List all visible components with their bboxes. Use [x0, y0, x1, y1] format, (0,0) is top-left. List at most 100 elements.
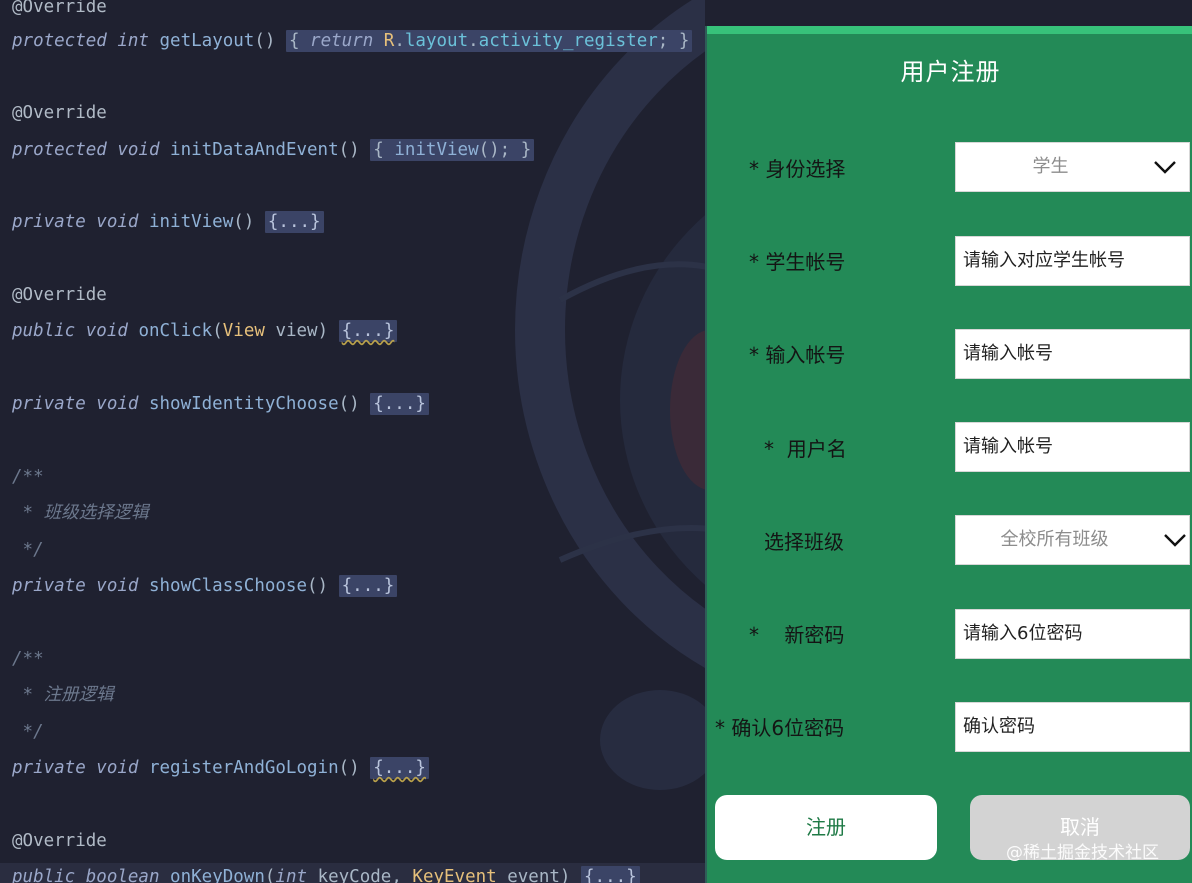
code-token: int: [275, 867, 318, 883]
code-token: * 注册逻辑: [12, 685, 114, 705]
code-token: onKeyDown: [170, 867, 265, 883]
code-token: {: [288, 31, 311, 51]
account-label: * 输入帐号: [749, 343, 846, 367]
code-line[interactable]: private void initView() {...}: [12, 208, 324, 236]
confirm-password-input[interactable]: 确认密码: [955, 702, 1190, 752]
code-token: (: [264, 867, 276, 883]
code-token: private void: [12, 758, 149, 778]
code-token: public boolean: [12, 867, 171, 883]
code-token: private void: [12, 212, 149, 232]
code-line[interactable]: @Override: [12, 99, 107, 127]
confirm-password-label: * 确认6位密码: [715, 716, 845, 740]
code-token: /**: [12, 649, 44, 669]
code-token: (: [212, 321, 223, 341]
code-token: return: [310, 31, 384, 51]
code-token: view): [264, 321, 339, 341]
code-token: View: [222, 321, 265, 341]
code-token: @Override: [12, 0, 107, 17]
code-token: (); }: [478, 140, 532, 160]
code-token: public void: [12, 321, 139, 341]
code-token: registerAndGoLogin: [148, 758, 339, 778]
code-token: protected void: [12, 140, 171, 160]
identity-label: * 身份选择: [749, 157, 846, 181]
code-token: R: [383, 31, 395, 51]
code-line[interactable]: @Override: [12, 281, 107, 309]
code-token: */: [12, 540, 44, 560]
code-token: initView: [148, 212, 234, 232]
code-token: .: [394, 31, 405, 51]
identity-select[interactable]: 学生: [955, 142, 1190, 192]
code-token: {: [373, 140, 395, 160]
username-input[interactable]: 请输入帐号: [955, 422, 1190, 472]
code-token: KeyEvent: [412, 867, 497, 883]
folded-method-body[interactable]: {...}: [370, 393, 429, 415]
code-line[interactable]: protected int getLayout() { return R.lay…: [12, 27, 693, 55]
code-line[interactable]: private void registerAndGoLogin() {...}: [12, 754, 429, 782]
folded-code-region[interactable]: { initView(); }: [370, 139, 535, 161]
code-editor[interactable]: @Override protected int getLayout() { ret…: [0, 0, 705, 883]
code-token: showIdentityChoose: [148, 394, 339, 414]
code-line[interactable]: * 班级选择逻辑: [12, 499, 149, 527]
code-token: (): [338, 394, 371, 414]
code-token: getLayout: [159, 31, 255, 51]
code-token: (): [338, 140, 371, 160]
username-label: * 用户名: [764, 437, 847, 461]
chevron-down-icon: [1154, 161, 1176, 174]
code-token: @Override: [12, 285, 107, 305]
folded-method-body[interactable]: {...}: [370, 757, 429, 779]
dialog-top-accent-bar: [707, 26, 1192, 34]
folded-method-body[interactable]: {...}: [264, 211, 324, 233]
identity-select-value: 学生: [1032, 156, 1069, 177]
code-line[interactable]: private void showClassChoose() {...}: [12, 572, 398, 600]
code-line[interactable]: * 注册逻辑: [12, 681, 114, 709]
code-token: (): [233, 212, 265, 232]
code-token: .: [468, 31, 479, 51]
class-label: 选择班级: [764, 530, 844, 554]
code-line[interactable]: private void showIdentityChoose() {...}: [12, 390, 429, 418]
editor-background-artwork-icon: [515, 0, 705, 790]
code-line[interactable]: protected void initDataAndEvent() { init…: [12, 136, 535, 164]
code-line[interactable]: public void onClick(View view) {...}: [12, 317, 398, 345]
code-token: /**: [12, 467, 44, 487]
code-token: private void: [12, 576, 149, 596]
folded-method-body[interactable]: {...}: [338, 320, 398, 342]
folded-method-body[interactable]: {...}: [581, 866, 640, 883]
code-token: (): [338, 758, 371, 778]
code-line[interactable]: */: [12, 718, 44, 746]
register-button[interactable]: 注册: [715, 795, 937, 860]
code-line[interactable]: /**: [12, 645, 44, 673]
class-select[interactable]: 全校所有班级: [955, 515, 1190, 565]
folded-code-region[interactable]: { return R.layout.activity_register; }: [285, 30, 693, 52]
code-token: protected int: [12, 31, 160, 51]
code-token: (): [254, 31, 286, 51]
code-token: */: [12, 722, 44, 742]
class-select-value: 全校所有班级: [1000, 529, 1109, 550]
code-token: ; }: [657, 31, 690, 51]
chevron-down-icon: [1164, 534, 1186, 547]
code-token: layout: [404, 31, 469, 51]
code-token: activity_register: [478, 31, 658, 51]
code-token: initView: [394, 140, 479, 160]
code-line[interactable]: */: [12, 536, 44, 564]
code-token: * 班级选择逻辑: [12, 503, 149, 523]
new-password-label: * 新密码: [749, 623, 845, 647]
code-token: initDataAndEvent: [170, 140, 339, 160]
code-token: @Override: [12, 831, 107, 851]
code-token: keyCode,: [317, 867, 413, 883]
student-account-input[interactable]: 请输入对应学生帐号: [955, 236, 1190, 286]
student-account-label: * 学生帐号: [749, 250, 846, 274]
account-input[interactable]: 请输入帐号: [955, 329, 1190, 379]
watermark-text: @稀土掘金技术社区: [1006, 843, 1159, 863]
code-line[interactable]: /**: [12, 463, 44, 491]
code-line[interactable]: @Override: [12, 0, 107, 21]
code-line[interactable]: public boolean onKeyDown(int keyCode, Ke…: [0, 863, 705, 883]
folded-method-body[interactable]: {...}: [338, 575, 398, 597]
code-token: onClick: [138, 321, 213, 341]
code-line[interactable]: @Override: [12, 827, 107, 855]
dialog-title: 用户注册: [900, 58, 1001, 86]
new-password-input[interactable]: 请输入6位密码: [955, 609, 1190, 659]
code-token: @Override: [12, 103, 107, 123]
code-token: event): [496, 867, 581, 883]
register-dialog: 用户注册 * 身份选择 学生 * 学生帐号 请输入对应学生帐号 * 输入帐号 请…: [705, 26, 1192, 883]
code-token: showClassChoose: [148, 576, 308, 596]
